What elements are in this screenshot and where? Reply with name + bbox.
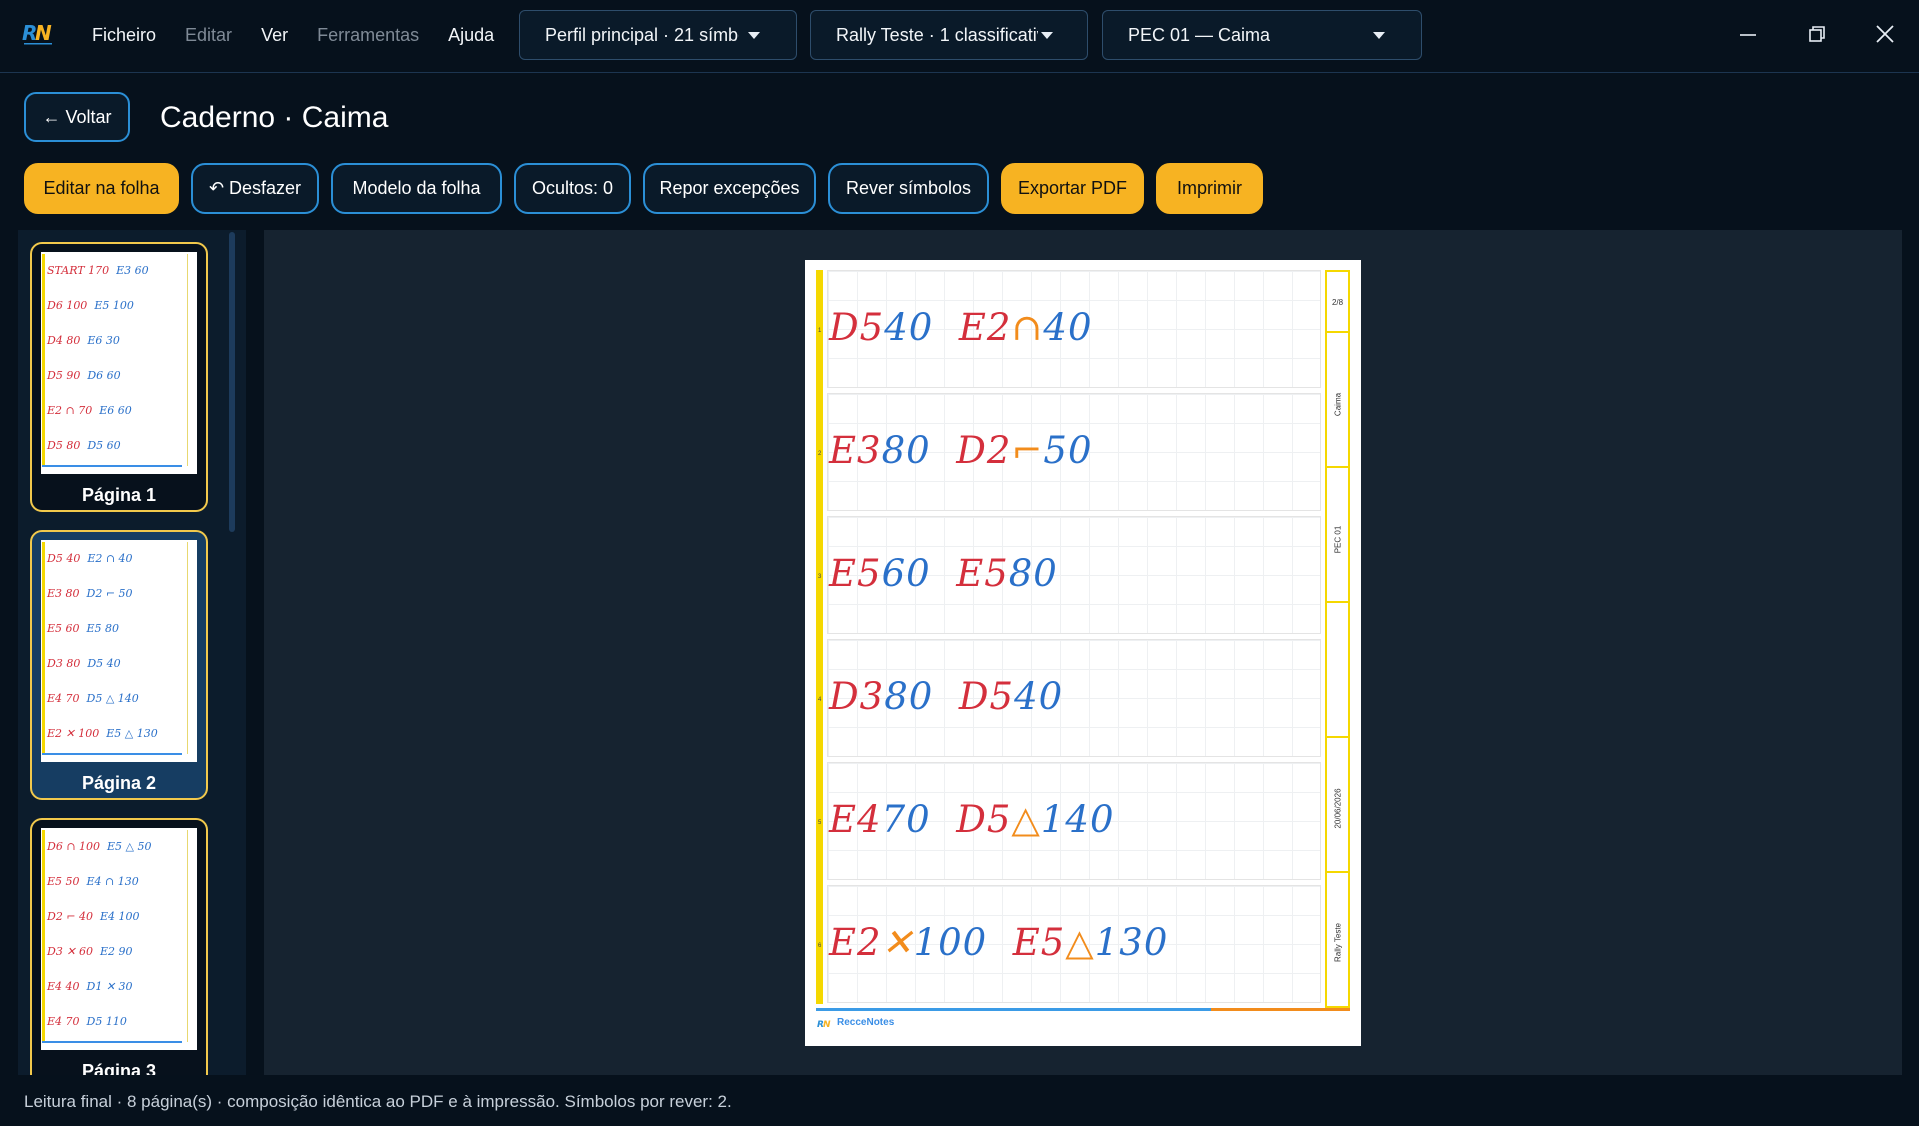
chevron-down-icon	[1373, 32, 1385, 39]
profile-select-value: Perfil principal · 21 símbolos	[545, 24, 739, 45]
brand-logo-icon: R N	[817, 1020, 831, 1028]
toolbar: Editar na folha ↶ Desfazer Modelo da fol…	[24, 163, 1275, 214]
note-number: 6	[818, 943, 822, 949]
sheet-left-bar	[816, 270, 823, 1004]
sheet-footer-line	[816, 1008, 1350, 1011]
export-pdf-button[interactable]: Exportar PDF	[1001, 163, 1144, 214]
chevron-down-icon	[1041, 32, 1053, 39]
title-bar: R N Ficheiro Editar Ver Ferramentas Ajud…	[0, 0, 1919, 73]
chevron-down-icon	[748, 32, 760, 39]
back-button[interactable]: ← Voltar	[24, 92, 130, 142]
page-thumbnail-1[interactable]: START 170 E3 60 D6 100 E5 100 D4 80 E6 3…	[30, 242, 208, 512]
note-number: 1	[818, 328, 822, 334]
svg-text:N: N	[823, 1020, 831, 1028]
rally-select-value: Rally Teste · 1 classificativa	[836, 24, 1038, 45]
page-preview: D6 ∩ 100 E5 △ 50 E5 50 E4 ∩ 130 D2 ⌐ 40 …	[41, 828, 197, 1050]
note-text: E470 D5△140	[829, 798, 1115, 841]
rally-select[interactable]: Rally Teste · 1 classificativa	[810, 10, 1088, 60]
review-symbols-button[interactable]: Rever símbolos	[828, 163, 989, 214]
note-text: D380 D540	[829, 675, 1064, 718]
svg-text:N: N	[35, 21, 52, 45]
sheet-date: 20/06/2026	[1333, 788, 1342, 829]
sheet-rally: Rally Teste	[1333, 923, 1342, 962]
sheet-canvas: 1 2 3 4 5 6 D540 E2∩40 E380 D2⌐50 E560 E…	[264, 230, 1902, 1075]
crest-symbol-icon: △	[1065, 921, 1095, 964]
menu-ajuda[interactable]: Ajuda	[448, 25, 494, 46]
notes-sheet: 1 2 3 4 5 6 D540 E2∩40 E380 D2⌐50 E560 E…	[805, 260, 1361, 1046]
stage-select[interactable]: PEC 01 — Caima	[1102, 10, 1422, 60]
sheet-info-panel: 2/8 Caima PEC 01 20/06/2026 Rally Teste	[1325, 270, 1350, 1008]
profile-select[interactable]: Perfil principal · 21 símbolos	[519, 10, 797, 60]
page-label: Página 3	[81, 1061, 157, 1075]
menu-ver[interactable]: Ver	[261, 25, 288, 46]
note-text: D540 E2∩40	[829, 306, 1093, 349]
note-text: E2✕100 E5△130	[829, 921, 1169, 964]
hidden-count-button[interactable]: Ocultos: 0	[514, 163, 631, 214]
page-thumbnail-3[interactable]: D6 ∩ 100 E5 △ 50 E5 50 E4 ∩ 130 D2 ⌐ 40 …	[30, 818, 208, 1075]
note-number: 4	[818, 697, 822, 703]
edit-sheet-button[interactable]: Editar na folha	[24, 163, 179, 214]
junction-symbol-icon: ✕	[881, 921, 914, 964]
sheet-pec: PEC 01	[1333, 525, 1342, 554]
minimize-icon[interactable]	[1732, 18, 1764, 50]
page-label: Página 2	[81, 773, 157, 793]
note-text: E380 D2⌐50	[829, 429, 1093, 472]
sheet-page-number: 2/8	[1331, 298, 1344, 307]
page-preview: START 170 E3 60 D6 100 E5 100 D4 80 E6 3…	[41, 252, 197, 474]
reset-exceptions-button[interactable]: Repor excepções	[643, 163, 816, 214]
hairpin-symbol-icon: ∩	[1011, 306, 1044, 349]
page-preview: D5 40 E2 ∩ 40 E3 80 D2 ⌐ 50 E5 60 E5 80 …	[41, 540, 197, 762]
page-label: Página 1	[81, 485, 157, 505]
thumbnail-scrollbar[interactable]	[229, 232, 235, 532]
print-button[interactable]: Imprimir	[1156, 163, 1263, 214]
sheet-template-button[interactable]: Modelo da folha	[331, 163, 502, 214]
sheet-stage-name: Caima	[1333, 392, 1342, 417]
crest-symbol-icon: △	[1011, 798, 1041, 841]
note-number: 2	[818, 451, 822, 457]
menu-ficheiro[interactable]: Ficheiro	[92, 25, 156, 46]
status-bar: Leitura final · 8 página(s) · composição…	[24, 1092, 732, 1111]
page-thumbnail-2[interactable]: D5 40 E2 ∩ 40 E3 80 D2 ⌐ 50 E5 60 E5 80 …	[30, 530, 208, 800]
square-turn-symbol-icon: ⌐	[1011, 429, 1044, 472]
note-text: E560 E580	[829, 552, 1058, 595]
undo-button[interactable]: ↶ Desfazer	[191, 163, 319, 214]
menu-ferramentas: Ferramentas	[317, 25, 420, 45]
stage-select-value: PEC 01 — Caima	[1128, 24, 1271, 45]
sheet-brand: R N RecceNotes	[817, 1017, 895, 1028]
app-logo-icon: R N	[22, 21, 52, 45]
note-number: 3	[818, 574, 822, 580]
note-number: 5	[818, 820, 822, 826]
page-title: Caderno · Caima	[160, 101, 389, 134]
restore-icon[interactable]	[1801, 18, 1833, 50]
page-thumbnails[interactable]: START 170 E3 60 D6 100 E5 100 D4 80 E6 3…	[18, 230, 246, 1075]
close-icon[interactable]	[1869, 18, 1901, 50]
menu-editar: Editar	[185, 25, 233, 45]
menu-bar: Ficheiro Editar Ver Ferramentas Ajuda	[92, 25, 523, 46]
